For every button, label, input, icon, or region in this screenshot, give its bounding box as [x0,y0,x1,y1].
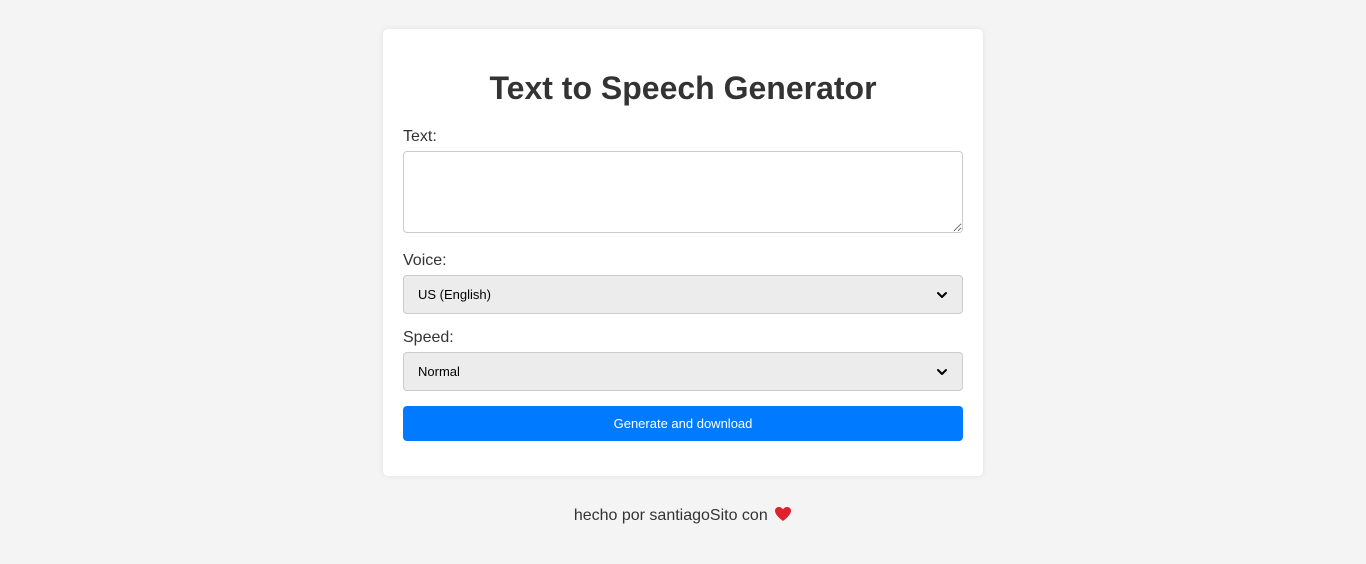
footer: hecho por santiagoSito con [0,506,1366,525]
speed-label: Speed: [403,329,454,346]
speed-select-value: Normal [418,364,460,379]
generate-download-button[interactable]: Generate and download [403,406,963,441]
text-input[interactable] [403,151,963,233]
voice-select-value: US (English) [418,287,491,302]
heart-icon [775,507,792,521]
footer-text: hecho por santiagoSito con [573,507,768,524]
chevron-down-icon [937,368,947,375]
chevron-down-icon [937,291,947,298]
voice-select[interactable]: US (English) [403,275,963,314]
voice-label: Voice: [403,252,447,269]
text-label: Text: [403,128,437,145]
tts-form-card: Text to Speech Generator Text: Voice: US… [383,29,983,476]
speed-select[interactable]: Normal [403,352,963,391]
page-title: Text to Speech Generator [489,70,877,106]
